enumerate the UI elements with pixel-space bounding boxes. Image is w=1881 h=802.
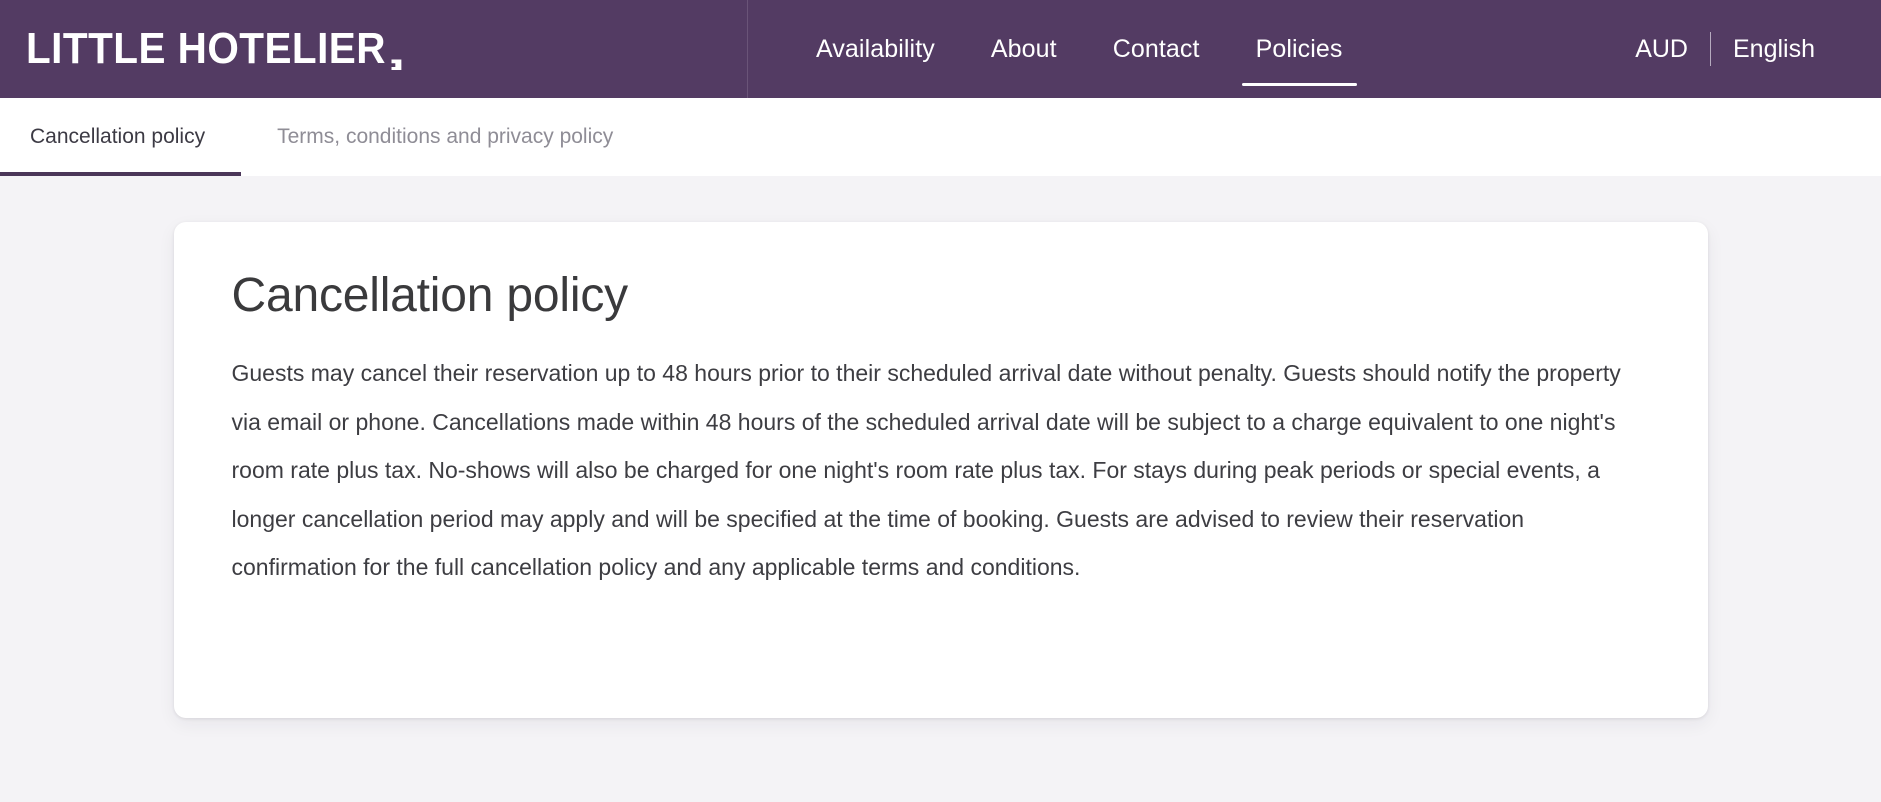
currency-selector[interactable]: AUD (1613, 35, 1710, 64)
nav-item-contact-label: Contact (1112, 34, 1200, 63)
nav-item-policies-label: Policies (1255, 34, 1343, 63)
main-content: Cancellation policy Guests may cancel th… (0, 176, 1881, 802)
tab-cancellation-policy-label: Cancellation policy (30, 125, 206, 148)
nav-item-availability-label: Availability (816, 34, 935, 63)
header-locale-controls: AUD English (1613, 0, 1881, 98)
policy-body-text: Guests may cancel their reservation up t… (231, 360, 1621, 581)
nav-item-availability[interactable]: Availability (788, 0, 963, 98)
logo-text: LITTLE HOTELIER (26, 24, 386, 73)
language-selector[interactable]: English (1711, 35, 1837, 64)
brand-zone: LITTLE HOTELIER (0, 0, 748, 98)
nav-item-about[interactable]: About (963, 0, 1085, 98)
site-header: LITTLE HOTELIER Availability About Conta… (0, 0, 1881, 98)
primary-navigation: Availability About Contact Policies (748, 0, 1613, 98)
tab-terms-conditions-privacy[interactable]: Terms, conditions and privacy policy (241, 98, 649, 176)
page-title: Cancellation policy (231, 269, 629, 322)
nav-item-policies[interactable]: Policies (1228, 0, 1371, 98)
tab-terms-conditions-privacy-label: Terms, conditions and privacy policy (277, 125, 614, 148)
logo-dot-icon (391, 59, 402, 70)
nav-item-contact[interactable]: Contact (1085, 0, 1228, 98)
little-hotelier-logo[interactable]: LITTLE HOTELIER (26, 27, 402, 71)
tab-cancellation-policy[interactable]: Cancellation policy (0, 98, 242, 176)
policy-card: Cancellation policy Guests may cancel th… (173, 222, 1708, 718)
policy-tabbar: Cancellation policy Terms, conditions an… (0, 98, 1881, 176)
nav-item-about-label: About (990, 34, 1057, 63)
